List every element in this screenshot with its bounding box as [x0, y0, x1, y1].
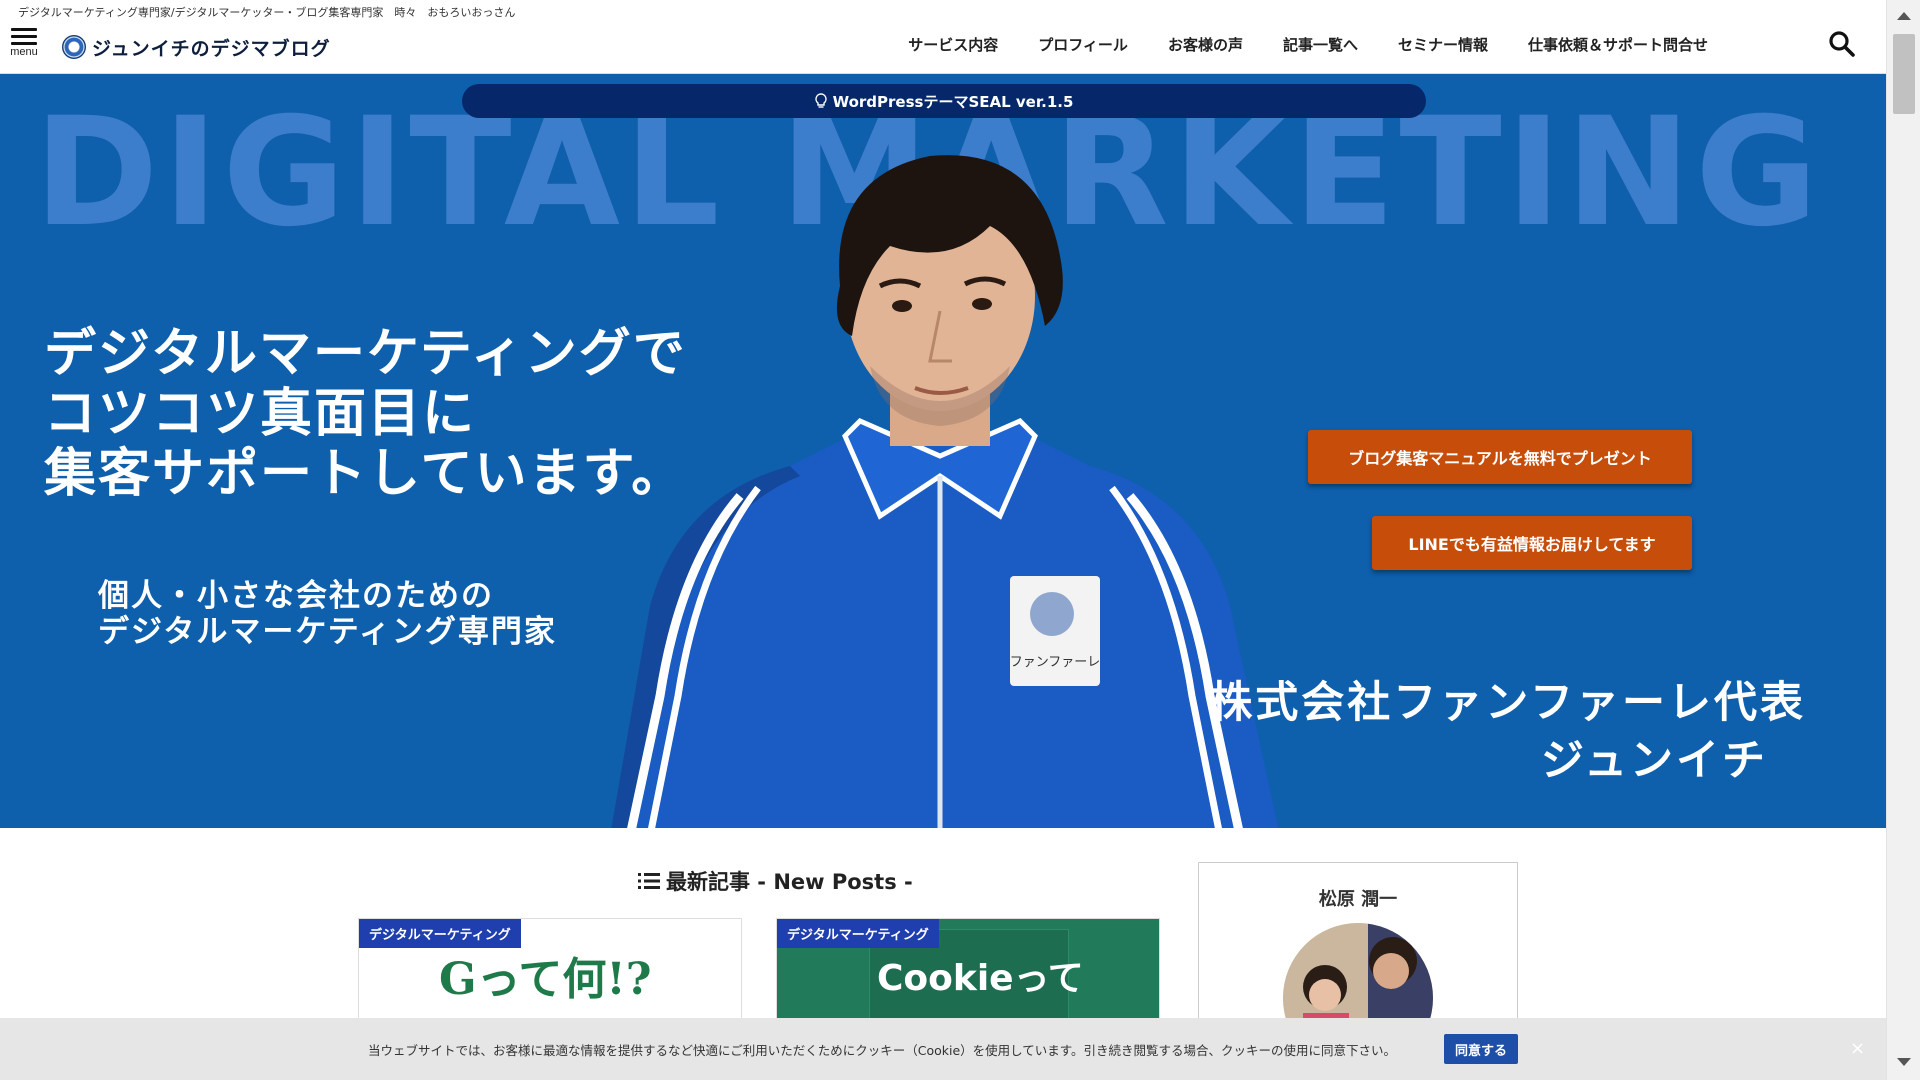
- lightbulb-icon: [814, 93, 827, 108]
- list-icon: [638, 873, 660, 889]
- page-scrollbar[interactable]: [1886, 0, 1920, 1080]
- nav-contact[interactable]: 仕事依頼＆サポート問合せ: [1508, 34, 1728, 55]
- logo-mark-icon: [62, 35, 86, 59]
- nav-seminars[interactable]: セミナー情報: [1378, 34, 1508, 55]
- global-nav: サービス内容 プロフィール お客様の声 記事一覧へ セミナー情報 仕事依頼＆サポ…: [888, 34, 1728, 55]
- hero-company: 株式会社ファンファーレ代表 ジュンイチ: [1209, 674, 1806, 790]
- jacket-patch-text: ファンファーレ: [1010, 655, 1101, 670]
- post-thumbnail: Gって何!?: [439, 954, 652, 1005]
- nav-profile[interactable]: プロフィール: [1018, 34, 1148, 55]
- close-icon[interactable]: ×: [1850, 1038, 1865, 1059]
- free-manual-button[interactable]: ブログ集客マニュアルを無料でプレゼント: [1308, 430, 1692, 484]
- search-icon: [1829, 31, 1855, 57]
- nav-services[interactable]: サービス内容: [888, 34, 1018, 55]
- hero-person-image: ファンファーレ: [611, 155, 1279, 828]
- hero-headline: デジタルマーケティングで コツコツ真面目に 集客サポートしています。: [44, 324, 687, 504]
- line-info-button[interactable]: LINEでも有益情報お届けしてます: [1372, 516, 1692, 570]
- cookie-consent-text: 当ウェブサイトでは、お客様に最適な情報を提供するなど快適にご利用いただくためにク…: [368, 1043, 1397, 1058]
- menu-label: menu: [10, 46, 38, 58]
- cookie-consent-bar: 当ウェブサイトでは、お客様に最適な情報を提供するなど快適にご利用いただくためにク…: [0, 1018, 1886, 1080]
- site-logo[interactable]: ジュンイチのデジマブログ: [62, 32, 331, 62]
- hero-subheading-line: デジタルマーケティング専門家: [98, 614, 557, 650]
- new-posts-title: 最新記事 - New Posts -: [666, 870, 913, 894]
- nav-articles[interactable]: 記事一覧へ: [1263, 34, 1378, 55]
- hero-banner: DIGITAL MARKETING WordPressテーマSEAL ver.1…: [0, 74, 1886, 828]
- site-tagline: デジタルマーケティング専門家/デジタルマーケッター・ブログ集客専門家 時々 おも…: [18, 6, 516, 19]
- hero-subheading: 個人・小さな会社のための デジタルマーケティング専門家: [98, 578, 557, 650]
- menu-button[interactable]: menu: [6, 26, 42, 66]
- company-title: 株式会社ファンファーレ代表: [1209, 678, 1806, 728]
- announcement-text: WordPressテーマSEAL ver.1.5: [832, 92, 1074, 111]
- hero-headline-line: 集客サポートしています。: [44, 444, 686, 504]
- nav-testimonials[interactable]: お客様の声: [1148, 34, 1263, 55]
- scroll-down-arrow-icon[interactable]: [1897, 1058, 1911, 1066]
- announcement-bar[interactable]: WordPressテーマSEAL ver.1.5: [462, 84, 1426, 118]
- hamburger-icon: [11, 28, 37, 45]
- new-posts-heading: 最新記事 - New Posts -: [638, 866, 913, 896]
- hero-headline-line: コツコツ真面目に: [44, 384, 477, 444]
- post-category-badge[interactable]: デジタルマーケティング: [359, 919, 521, 948]
- site-header: デジタルマーケティング専門家/デジタルマーケッター・ブログ集客専門家 時々 おも…: [0, 0, 1886, 74]
- cookie-agree-button[interactable]: 同意する: [1444, 1034, 1518, 1064]
- scroll-up-arrow-icon[interactable]: [1897, 12, 1911, 20]
- hero-subheading-line: 個人・小さな会社のための: [98, 578, 494, 614]
- profile-name: 松原 潤一: [1318, 889, 1398, 910]
- search-button[interactable]: [1828, 30, 1856, 58]
- post-category-badge[interactable]: デジタルマーケティング: [777, 919, 939, 948]
- owner-name: ジュンイチ: [1541, 736, 1768, 786]
- post-thumbnail: Cookieって: [877, 958, 1084, 999]
- logo-text: ジュンイチのデジマブログ: [92, 37, 331, 60]
- scrollbar-thumb[interactable]: [1893, 34, 1915, 114]
- hero-headline-line: デジタルマーケティングで: [44, 324, 687, 384]
